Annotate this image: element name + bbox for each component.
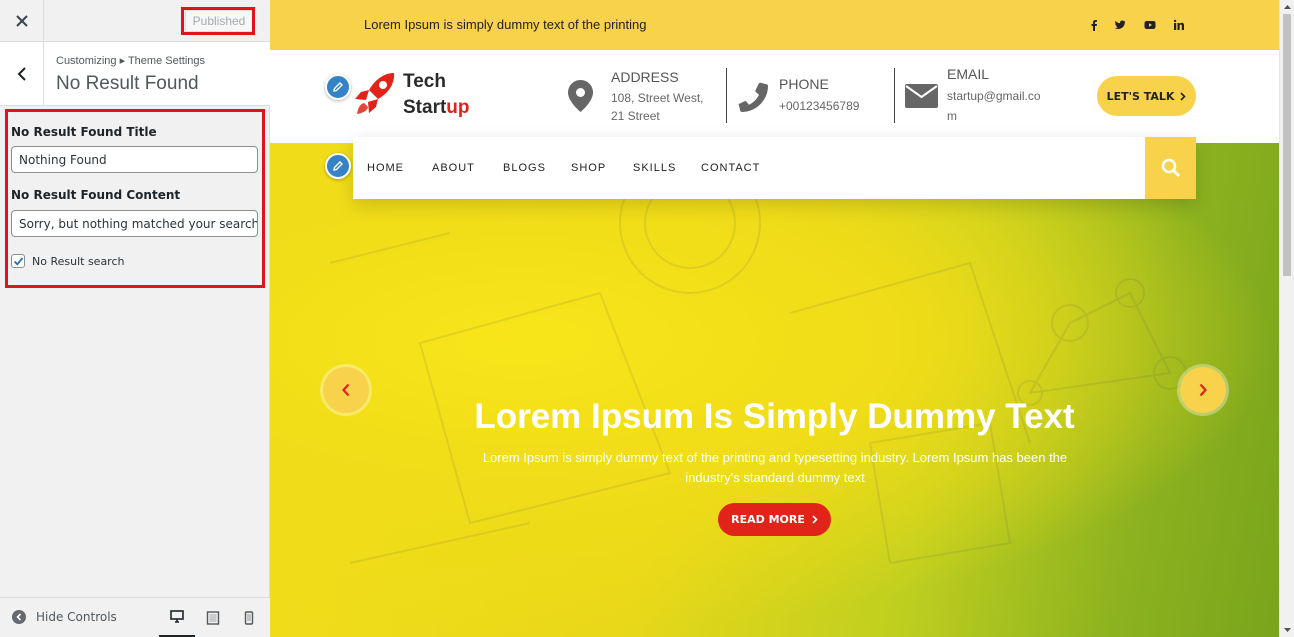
map-pin-icon bbox=[568, 80, 593, 112]
search-icon bbox=[1161, 158, 1180, 178]
chevron-right-icon bbox=[1180, 91, 1187, 101]
facebook-icon bbox=[1091, 20, 1097, 31]
nav-search-button[interactable] bbox=[1145, 137, 1196, 199]
logo-line2: Startup bbox=[403, 97, 470, 119]
hero-background-image bbox=[329, 152, 1187, 565]
youtube-link[interactable] bbox=[1143, 18, 1157, 32]
highlight-box-published bbox=[181, 7, 255, 35]
edit-logo-shortcut[interactable] bbox=[325, 74, 351, 100]
logo-line2-a: Start bbox=[403, 97, 447, 118]
top-bar: Lorem Ipsum is simply dummy text of the … bbox=[270, 0, 1279, 50]
facebook-link[interactable] bbox=[1087, 18, 1101, 32]
nav-item-shop[interactable]: SHOP bbox=[571, 162, 606, 174]
email-icon bbox=[905, 84, 938, 108]
scroll-up-icon[interactable] bbox=[1283, 3, 1292, 12]
lets-talk-button[interactable]: LET'S TALK bbox=[1097, 76, 1196, 116]
address-title: ADDRESS bbox=[611, 69, 679, 85]
site-header: Tech Startup ADDRESS 108, Street West, 2… bbox=[270, 50, 1279, 143]
desktop-icon bbox=[170, 609, 184, 623]
address-line1: 108, Street West, bbox=[611, 91, 704, 105]
section-title: No Result Found bbox=[56, 73, 199, 94]
edit-menu-shortcut[interactable] bbox=[325, 153, 351, 179]
hero-subtitle: Lorem Ipsum is simply dummy text of the … bbox=[482, 450, 1068, 485]
logo-line2-b: up bbox=[446, 97, 470, 118]
nav-item-home[interactable]: HOME bbox=[367, 162, 404, 174]
email-line1: startup@gmail.co bbox=[947, 89, 1041, 103]
tablet-icon bbox=[206, 611, 220, 625]
sidebar-header-bar: Published bbox=[0, 0, 270, 42]
phone-title: PHONE bbox=[779, 76, 829, 92]
breadcrumb: Customizing ▸ Theme Settings bbox=[56, 55, 205, 67]
lets-talk-label: LET'S TALK bbox=[1106, 89, 1175, 103]
phone-value: +00123456789 bbox=[779, 99, 860, 113]
chevron-left-icon bbox=[17, 67, 26, 81]
youtube-icon bbox=[1144, 21, 1156, 29]
divider bbox=[894, 68, 895, 123]
hide-controls-label: Hide Controls bbox=[36, 610, 117, 624]
close-customizer-button[interactable] bbox=[0, 0, 44, 42]
read-more-label: READ MORE bbox=[731, 513, 805, 526]
section-header: Customizing ▸ Theme Settings No Result F… bbox=[0, 42, 270, 106]
address-line2: 21 Street bbox=[611, 109, 660, 123]
collapse-icon bbox=[12, 610, 26, 624]
device-mobile-button[interactable] bbox=[231, 598, 267, 637]
highlight-box-fields bbox=[5, 109, 265, 288]
linkedin-link[interactable] bbox=[1172, 18, 1186, 32]
hero-slider: Lorem Ipsum Is Simply Dummy Text Lorem I… bbox=[270, 143, 1279, 637]
email-line2: m bbox=[947, 109, 957, 123]
pencil-icon bbox=[333, 161, 343, 171]
nav-item-contact[interactable]: CONTACT bbox=[701, 162, 760, 174]
chevron-left-icon bbox=[342, 383, 350, 397]
scrollbar-thumb[interactable] bbox=[1283, 14, 1291, 276]
twitter-link[interactable] bbox=[1113, 18, 1127, 32]
phone-icon bbox=[738, 82, 768, 112]
topbar-text: Lorem Ipsum is simply dummy text of the … bbox=[364, 17, 647, 32]
customizer-window: Published Customizing ▸ Theme Settings N… bbox=[0, 0, 1294, 637]
mobile-icon bbox=[244, 611, 254, 625]
pencil-icon bbox=[333, 82, 343, 92]
back-button[interactable] bbox=[0, 42, 44, 106]
email-title: EMAIL bbox=[947, 66, 990, 82]
read-more-button[interactable]: READ MORE bbox=[718, 503, 831, 536]
nav-item-blogs[interactable]: BLOGS bbox=[503, 162, 546, 174]
device-desktop-button[interactable] bbox=[159, 598, 195, 637]
rocket-logo-icon bbox=[355, 73, 395, 114]
nav-item-about[interactable]: ABOUT bbox=[432, 162, 475, 174]
customizer-sidebar: Published Customizing ▸ Theme Settings N… bbox=[0, 0, 270, 637]
chevron-right-icon bbox=[812, 515, 818, 524]
scroll-down-icon[interactable] bbox=[1283, 625, 1292, 634]
preview-scrollbar[interactable] bbox=[1279, 0, 1294, 637]
close-icon bbox=[15, 15, 28, 27]
chevron-right-icon bbox=[1199, 383, 1207, 397]
hide-controls-button[interactable]: Hide Controls bbox=[12, 610, 117, 624]
logo-line1: Tech bbox=[403, 71, 446, 92]
sidebar-footer: Hide Controls bbox=[0, 597, 270, 637]
site-preview: Lorem Ipsum is simply dummy text of the … bbox=[270, 0, 1294, 637]
device-tablet-button[interactable] bbox=[195, 598, 231, 637]
nav-item-skills[interactable]: SKILLS bbox=[633, 162, 676, 174]
hero-title: Lorem Ipsum Is Simply Dummy Text bbox=[474, 397, 1075, 436]
divider bbox=[726, 68, 727, 123]
twitter-icon bbox=[1114, 20, 1126, 29]
main-navigation: HOME ABOUT BLOGS SHOP SKILLS CONTACT bbox=[353, 137, 1196, 199]
linkedin-icon bbox=[1173, 19, 1184, 30]
